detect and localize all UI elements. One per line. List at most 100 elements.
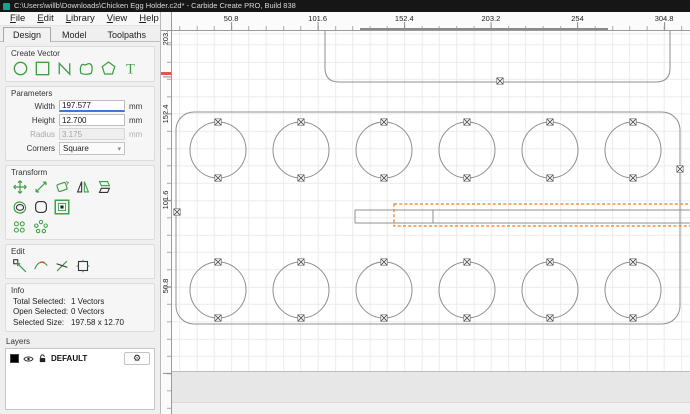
scale-icon — [35, 181, 47, 193]
egg-hole-circle[interactable] — [355, 261, 413, 319]
node-edit-tool-button[interactable] — [11, 257, 29, 275]
text-tool-button[interactable]: T — [121, 59, 140, 78]
info-title: Info — [11, 286, 25, 295]
mirror-tool-button[interactable] — [74, 178, 92, 196]
menu-bar: File Edit Library View Help — [0, 12, 160, 26]
egg-hole-circle[interactable] — [604, 121, 662, 179]
linear-array-tool-button[interactable] — [11, 218, 29, 236]
open-selected-label: Open Selected: — [13, 307, 69, 316]
egg-hole-circle[interactable] — [438, 261, 496, 319]
polyline-icon — [58, 61, 71, 76]
open-selected-value: 0 Vectors — [71, 307, 105, 316]
height-label: Height — [31, 115, 55, 125]
circle-tool-button[interactable] — [11, 59, 30, 78]
layer-name: DEFAULT — [51, 354, 88, 363]
corners-value: Square — [63, 144, 89, 153]
layer-lock-icon[interactable] — [38, 354, 47, 363]
tab-design[interactable]: Design — [3, 27, 52, 42]
join-tool-button[interactable] — [53, 257, 71, 275]
design-canvas[interactable] — [172, 31, 690, 414]
layers-title: Layers — [6, 337, 31, 346]
width-input[interactable] — [59, 100, 125, 112]
layer-settings-button[interactable]: ⚙ — [124, 352, 150, 365]
corners-label: Corners — [26, 144, 55, 153]
vector-shapes — [173, 31, 690, 325]
boolean-tool-button[interactable] — [74, 257, 92, 275]
canvas-area: 50.8 101.6 152.4 203.2 254 304.8 203.2 1… — [161, 12, 690, 414]
egg-hole-circle[interactable] — [438, 121, 496, 179]
rotate-icon — [56, 181, 69, 193]
tab-toolpaths[interactable]: Toolpaths — [98, 27, 157, 42]
slot-rectangle-outline[interactable] — [354, 209, 690, 224]
egg-hole-circle[interactable] — [521, 121, 579, 179]
rotate-tool-button[interactable] — [53, 178, 71, 196]
info-group: Info Total Selected: 1 Vectors Open Selec… — [5, 283, 155, 332]
height-input[interactable] — [59, 114, 125, 126]
radius-label: Radius — [30, 129, 55, 139]
transform-group: Transform — [5, 165, 155, 240]
main-tab-bar: Design Model Toolpaths — [0, 26, 160, 42]
egg-hole-circle[interactable] — [272, 121, 330, 179]
width-unit: mm — [129, 101, 143, 111]
move-tool-button[interactable] — [11, 178, 29, 196]
svg-text:T: T — [126, 61, 135, 77]
linear-array-icon — [13, 221, 25, 233]
tab-model[interactable]: Model — [52, 27, 97, 42]
menu-library[interactable]: Library — [60, 13, 101, 24]
skew-tool-button[interactable] — [95, 178, 113, 196]
join-icon — [56, 260, 68, 272]
curve-tool-button[interactable] — [77, 59, 96, 78]
curve-icon — [79, 62, 93, 75]
selected-size-value: 197.58 x 12.70 — [71, 317, 124, 327]
ruler-corner — [161, 12, 172, 31]
node-marker[interactable] — [676, 165, 684, 173]
egg-hole-circle[interactable] — [189, 261, 247, 319]
parameters-group: Parameters Width mm Height mm Radius mm — [5, 86, 155, 161]
vertical-ruler: 203.2 152.4 101.6 50.8 — [161, 31, 172, 414]
fillet-icon — [35, 201, 47, 213]
main-board-outline[interactable] — [175, 111, 681, 325]
h-ruler-selection-extent — [360, 28, 608, 30]
offset-tool-button[interactable] — [11, 198, 29, 216]
menu-edit[interactable]: Edit — [31, 13, 59, 24]
layers-list: DEFAULT ⚙ — [5, 348, 155, 410]
layer-row-default[interactable]: DEFAULT ⚙ — [6, 349, 154, 368]
transform-title: Transform — [11, 168, 48, 177]
egg-hole-circle[interactable] — [189, 121, 247, 179]
parameters-title: Parameters — [11, 89, 53, 98]
title-bar: C:\Users\willb\Downloads\Chicken Egg Hol… — [0, 0, 690, 12]
rectangle-tool-button[interactable] — [33, 59, 52, 78]
design-panel: Create Vector T Parameters Width mm — [0, 42, 160, 414]
fillet-tool-button[interactable] — [32, 198, 50, 216]
align-icon — [54, 199, 70, 215]
v-ruler-selection-mark — [161, 72, 171, 75]
top-board-outline[interactable] — [324, 31, 671, 83]
egg-hole-circle[interactable] — [604, 261, 662, 319]
create-vector-group: Create Vector T — [5, 46, 155, 82]
chevron-down-icon: ▾ — [117, 145, 121, 153]
layer-color-swatch[interactable] — [10, 354, 19, 363]
rectangle-icon — [35, 61, 50, 76]
boolean-icon — [76, 259, 90, 273]
egg-hole-circle[interactable] — [521, 261, 579, 319]
horizontal-ruler: 50.8 101.6 152.4 203.2 254 304.8 — [172, 12, 690, 31]
width-label: Width — [34, 101, 55, 111]
gear-icon: ⚙ — [132, 353, 142, 363]
menu-view[interactable]: View — [101, 13, 133, 24]
scale-tool-button[interactable] — [32, 178, 50, 196]
polygon-tool-button[interactable] — [99, 59, 118, 78]
height-unit: mm — [129, 115, 143, 125]
circular-array-tool-button[interactable] — [32, 218, 50, 236]
align-tool-button[interactable] — [53, 198, 71, 216]
trim-tool-button[interactable] — [32, 257, 50, 275]
layer-visibility-eye-icon[interactable] — [23, 355, 34, 363]
move-icon — [13, 180, 27, 194]
egg-hole-circle[interactable] — [355, 121, 413, 179]
skew-icon — [98, 181, 111, 193]
polyline-tool-button[interactable] — [55, 59, 74, 78]
corners-select[interactable]: Square ▾ — [59, 142, 125, 155]
node-marker[interactable] — [173, 208, 181, 216]
egg-hole-circle[interactable] — [272, 261, 330, 319]
menu-file[interactable]: File — [4, 13, 31, 24]
node-marker[interactable] — [496, 77, 504, 85]
